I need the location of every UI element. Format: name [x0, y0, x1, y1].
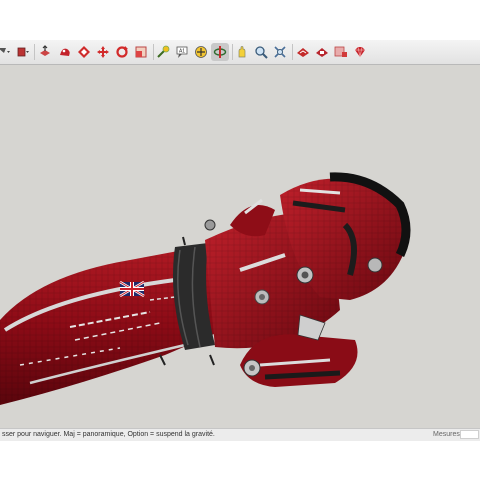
pan-icon[interactable] [233, 43, 251, 61]
spaceship-model [0, 172, 411, 405]
status-bar: sser pour naviguer. Maj = panoramique, O… [0, 428, 480, 441]
zoom-extents-icon[interactable] [271, 43, 289, 61]
measurements-label: Mesures [433, 431, 460, 438]
axes-icon[interactable] [192, 43, 210, 61]
zoom-icon[interactable] [252, 43, 270, 61]
toolbar-separator [34, 44, 35, 60]
sketchup-window: A1 sser pour naviguer. Maj = panoramique… [0, 40, 480, 441]
main-toolbar: A1 [0, 40, 480, 65]
orbit-icon[interactable] [211, 43, 229, 61]
ruby-icon[interactable] [351, 43, 369, 61]
push-pull-icon[interactable] [36, 43, 54, 61]
status-message: sser pour naviguer. Maj = panoramique, O… [2, 431, 215, 438]
move-icon[interactable] [94, 43, 112, 61]
extension-warehouse-icon[interactable] [313, 43, 331, 61]
tape-measure-icon[interactable] [154, 43, 172, 61]
layout-icon[interactable] [332, 43, 350, 61]
warehouse-icon[interactable] [294, 43, 312, 61]
union-flag-decal [119, 280, 145, 298]
rotate-icon[interactable] [113, 43, 131, 61]
toolbar-separator [292, 44, 293, 60]
paint-dropdown-icon[interactable] [14, 43, 32, 61]
text-icon[interactable]: A1 [173, 43, 191, 61]
model-viewport[interactable] [0, 65, 480, 428]
svg-text:A1: A1 [179, 49, 185, 55]
follow-me-icon[interactable] [56, 43, 74, 61]
select-dropdown-icon[interactable] [0, 43, 12, 61]
scale-icon[interactable] [132, 43, 150, 61]
measurements-field[interactable] [460, 430, 479, 439]
offset-icon[interactable] [75, 43, 93, 61]
